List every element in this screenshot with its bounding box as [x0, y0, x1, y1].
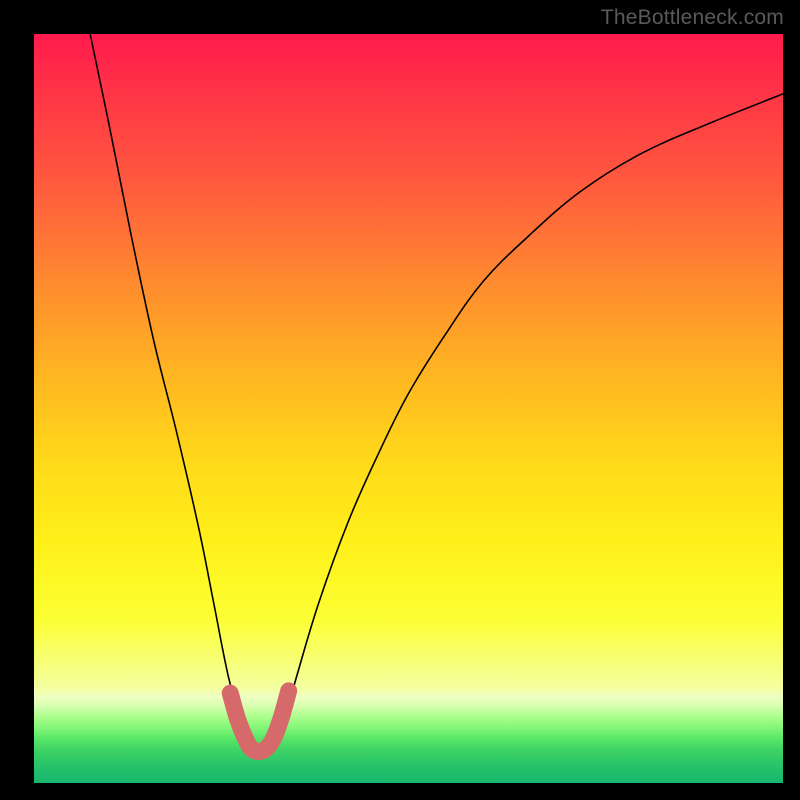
bottleneck-curve — [90, 34, 783, 756]
bottom-highlight — [230, 691, 288, 752]
chart-frame: TheBottleneck.com — [0, 0, 800, 800]
watermark-text: TheBottleneck.com — [601, 6, 784, 30]
curve-layer — [34, 34, 783, 783]
plot-area — [34, 34, 783, 783]
